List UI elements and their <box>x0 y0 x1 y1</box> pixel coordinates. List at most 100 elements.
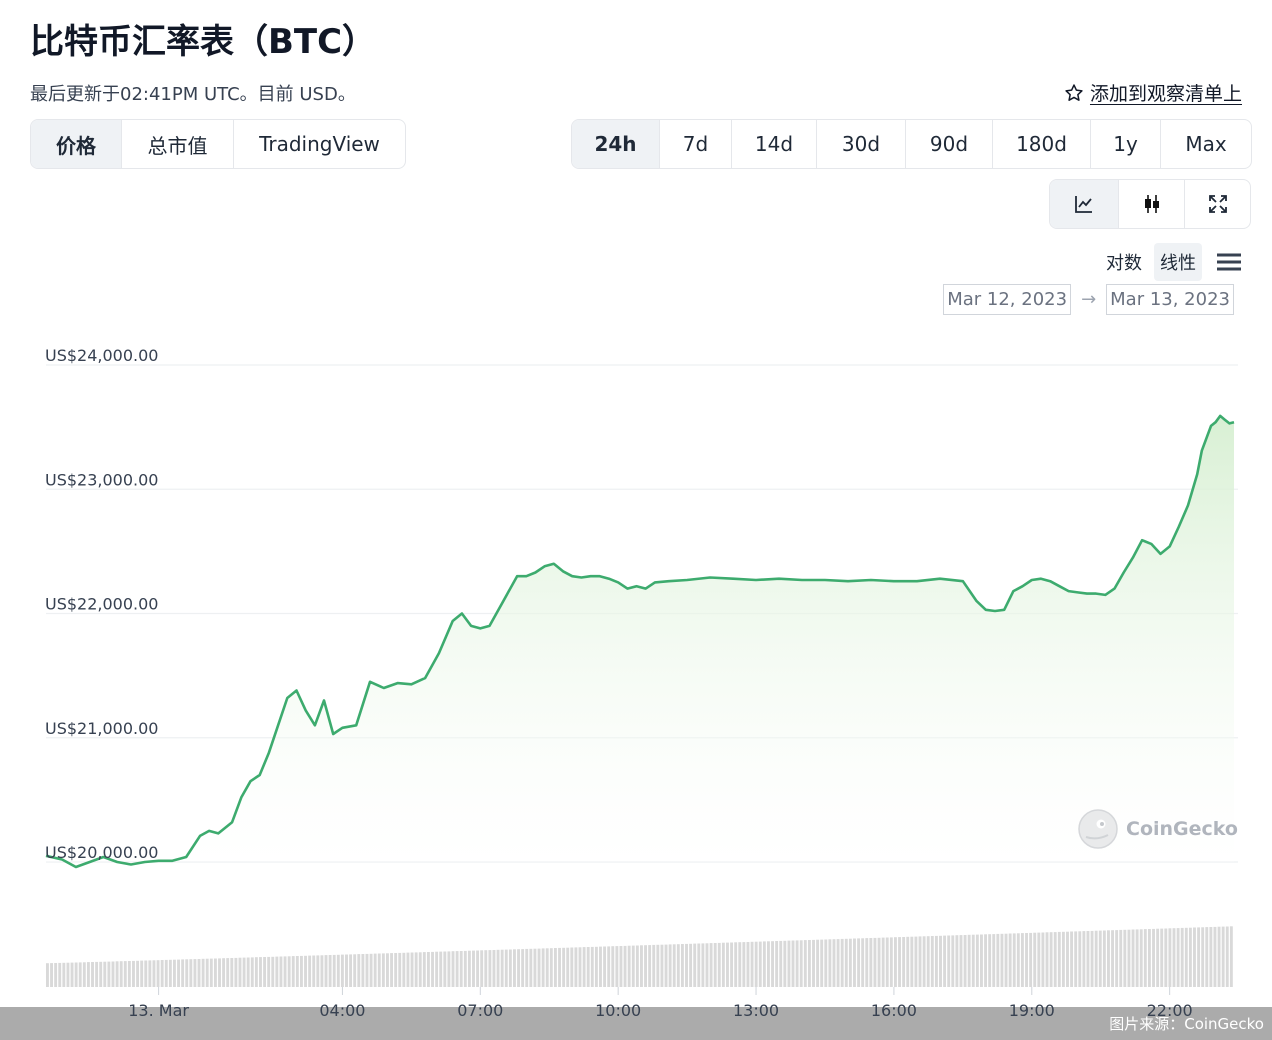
x-tick-label: 13:00 <box>733 1001 779 1020</box>
volume-bar <box>562 947 566 987</box>
volume-bar <box>959 935 963 987</box>
volume-bar <box>181 959 185 987</box>
volume-bar <box>459 951 463 987</box>
volume-bar <box>1098 930 1102 987</box>
volume-bar <box>783 940 787 987</box>
volume-bar <box>1053 932 1057 987</box>
volume-bar <box>943 935 947 987</box>
volume-bar <box>824 939 828 987</box>
volume-bar <box>541 948 545 987</box>
volume-bar <box>418 952 422 987</box>
volume-bar <box>644 945 647 987</box>
volume-bar <box>402 952 406 987</box>
volume-bar <box>508 949 512 987</box>
volume-bar <box>922 936 926 987</box>
volume-bar <box>1135 929 1139 987</box>
y-tick-label: US$23,000.00 <box>45 470 158 489</box>
volume-bar <box>615 946 619 987</box>
volume-bar <box>1143 929 1147 987</box>
volume-bar <box>693 943 697 987</box>
volume-bar <box>91 962 94 987</box>
volume-bar <box>992 934 996 987</box>
volume-bar <box>631 945 635 987</box>
volume-bar <box>517 949 520 987</box>
volume-bar <box>902 937 906 987</box>
volume-bar <box>1172 928 1176 987</box>
y-tick-label: US$22,000.00 <box>45 595 158 614</box>
volume-bar <box>648 945 652 987</box>
volume-bar <box>885 937 889 987</box>
volume-bar <box>1225 926 1229 987</box>
volume-bar <box>172 959 176 987</box>
volume-bar <box>226 958 230 987</box>
volume-bar <box>738 942 742 987</box>
volume-bar <box>250 957 254 987</box>
volume-bar <box>955 935 959 987</box>
volume-bar <box>439 951 443 987</box>
volume-bar <box>742 942 746 987</box>
volume-bar <box>312 955 316 987</box>
volume-bar <box>1119 929 1123 987</box>
volume-bar <box>1111 930 1114 987</box>
volume-bar <box>988 934 992 987</box>
volume-bar <box>123 961 127 987</box>
volume-bar <box>848 938 852 987</box>
volume-bar <box>390 953 394 987</box>
volume-bar <box>627 945 631 987</box>
volume-bar <box>599 946 602 987</box>
volume-bar <box>574 947 578 987</box>
volume-bar <box>279 956 283 987</box>
volume-bar <box>1213 926 1217 987</box>
volume-bar <box>504 949 508 987</box>
volume-bar <box>812 939 815 987</box>
volume-bar <box>832 939 836 987</box>
volume-bar <box>1033 932 1037 987</box>
volume-bar <box>422 952 426 987</box>
volume-bar <box>332 954 336 987</box>
volume-bar <box>934 935 938 987</box>
volume-bar <box>721 942 725 987</box>
volume-bar <box>308 955 312 987</box>
volume-bar <box>304 955 307 987</box>
volume-bar <box>107 961 111 987</box>
volume-bar <box>898 937 901 987</box>
volume-bar <box>525 948 529 987</box>
volume-bar <box>54 963 58 987</box>
volume-bar <box>521 949 525 987</box>
volume-bar <box>877 937 881 987</box>
volume-bar <box>758 941 762 987</box>
volume-bar <box>910 936 914 987</box>
volume-bar <box>197 959 201 987</box>
volume-bar <box>689 943 693 987</box>
volume-bar <box>1229 926 1233 987</box>
volume-bar <box>1029 932 1033 987</box>
volume-bar <box>607 946 611 987</box>
coingecko-watermark: CoinGecko <box>1078 809 1238 849</box>
volume-bar <box>795 940 799 987</box>
volume-bar <box>431 951 434 987</box>
x-tick-label: 13. Mar <box>128 1001 189 1020</box>
volume-bar <box>545 948 549 987</box>
volume-bar <box>119 961 123 987</box>
volume-bar <box>533 948 537 987</box>
volume-bar <box>676 944 680 987</box>
volume-bar <box>939 935 942 987</box>
volume-bar <box>435 951 439 987</box>
volume-bar <box>726 942 729 987</box>
volume-bar <box>1115 930 1119 987</box>
volume-bar <box>1061 931 1065 987</box>
volume-bar <box>177 959 180 987</box>
volume-bar <box>144 960 148 987</box>
volume-bar <box>484 950 488 987</box>
volume-bar <box>799 940 803 987</box>
volume-bar <box>82 962 86 987</box>
volume-bar <box>1205 927 1209 987</box>
volume-bar <box>291 956 295 987</box>
volume-bar <box>635 945 639 987</box>
x-tick-label: 07:00 <box>457 1001 503 1020</box>
volume-bar <box>340 954 344 987</box>
volume-bar <box>840 938 844 987</box>
volume-bar <box>807 940 811 987</box>
volume-bar <box>46 963 49 987</box>
volume-bar <box>136 960 140 987</box>
